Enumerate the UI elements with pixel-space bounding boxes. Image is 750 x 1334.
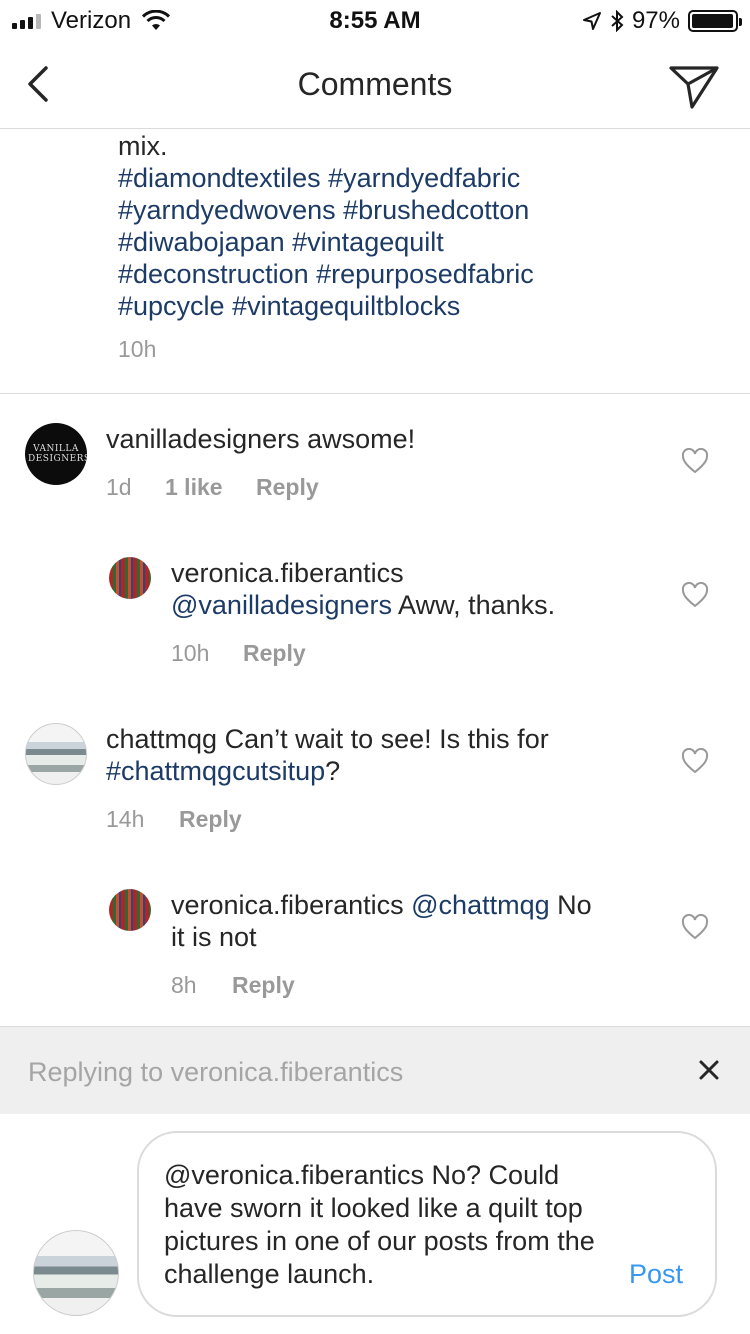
like-count[interactable]: 1 like	[165, 474, 256, 501]
caption-timestamp: 10h	[118, 336, 157, 362]
comment-time: 10h	[171, 640, 210, 666]
avatar[interactable]	[25, 723, 87, 785]
nav-bar: Comments	[0, 40, 750, 129]
hashtag-line[interactable]: #upcycle #vintagequiltblocks	[118, 290, 718, 322]
caption-hashtags[interactable]: #diamondtextiles #yarndyedfabric #yarndy…	[118, 162, 718, 322]
paper-plane-icon[interactable]	[668, 62, 720, 110]
comment-time: 1d	[106, 474, 132, 500]
comment-username[interactable]: chattmqg	[106, 724, 217, 754]
comment-username[interactable]: veronica.fiberantics	[171, 557, 661, 589]
comment-time: 14h	[106, 806, 145, 832]
comment-text: Aww, thanks.	[392, 590, 556, 620]
bluetooth-icon	[611, 10, 624, 32]
comment-text-end: ?	[325, 756, 341, 786]
battery-icon	[688, 10, 742, 32]
comment-text: No	[549, 890, 592, 920]
replying-to-bar: Replying to veronica.fiberantics	[0, 1026, 750, 1114]
reply-button[interactable]: Reply	[179, 806, 242, 833]
comment-hashtag[interactable]: #chattmqgcutsitup	[106, 756, 325, 786]
avatar-logo-text: VANILLA DESIGNERS	[28, 444, 87, 464]
avatar[interactable]: VANILLA DESIGNERS	[25, 423, 87, 485]
heart-icon[interactable]	[681, 748, 709, 774]
reply-button[interactable]: Reply	[243, 640, 306, 667]
divider	[0, 393, 750, 394]
post-button[interactable]: Post	[629, 1259, 683, 1290]
avatar[interactable]	[109, 557, 151, 599]
heart-icon[interactable]	[681, 582, 709, 608]
reply-button[interactable]: Reply	[232, 972, 295, 999]
hashtag-line[interactable]: #deconstruction #repurposedfabric	[118, 258, 718, 290]
comment-text: Can’t wait to see! Is this for	[217, 724, 549, 754]
comment-mention[interactable]: @chattmqg	[411, 890, 549, 920]
page-title: Comments	[297, 66, 453, 102]
avatar[interactable]	[109, 889, 151, 931]
hashtag-line[interactable]: #diamondtextiles #yarndyedfabric	[118, 162, 718, 194]
close-icon[interactable]	[698, 1059, 720, 1081]
comment-username[interactable]: veronica.fiberantics	[171, 890, 404, 920]
caption-text: mix.	[118, 131, 168, 161]
comment-username[interactable]: vanilladesigners	[106, 424, 300, 454]
location-arrow-icon	[582, 12, 601, 30]
hashtag-line[interactable]: #diwabojapan #vintagequilt	[118, 226, 718, 258]
replying-to-text: Replying to veronica.fiberantics	[28, 1057, 404, 1087]
compose-avatar	[33, 1230, 119, 1316]
hashtag-line[interactable]: #yarndyedwovens #brushedcotton	[118, 194, 718, 226]
comment-time: 8h	[171, 972, 197, 998]
reply-button[interactable]: Reply	[256, 474, 319, 501]
comment-text-line2: it is not	[171, 922, 257, 952]
comment-input-text[interactable]: @veronica.fiberantics No? Could have swo…	[164, 1159, 604, 1291]
heart-icon[interactable]	[681, 914, 709, 940]
comment-text: awsome!	[299, 424, 416, 454]
comment-mention[interactable]: @vanilladesigners	[171, 590, 392, 620]
status-bar: Verizon 8:55 AM 97%	[0, 0, 750, 40]
battery-fill	[692, 14, 733, 28]
comment-input[interactable]: @veronica.fiberantics No? Could have swo…	[137, 1131, 717, 1317]
heart-icon[interactable]	[681, 448, 709, 474]
post-caption: mix. #diamondtextiles #yarndyedfabric #y…	[118, 130, 718, 322]
battery-percent: 97%	[631, 7, 680, 34]
